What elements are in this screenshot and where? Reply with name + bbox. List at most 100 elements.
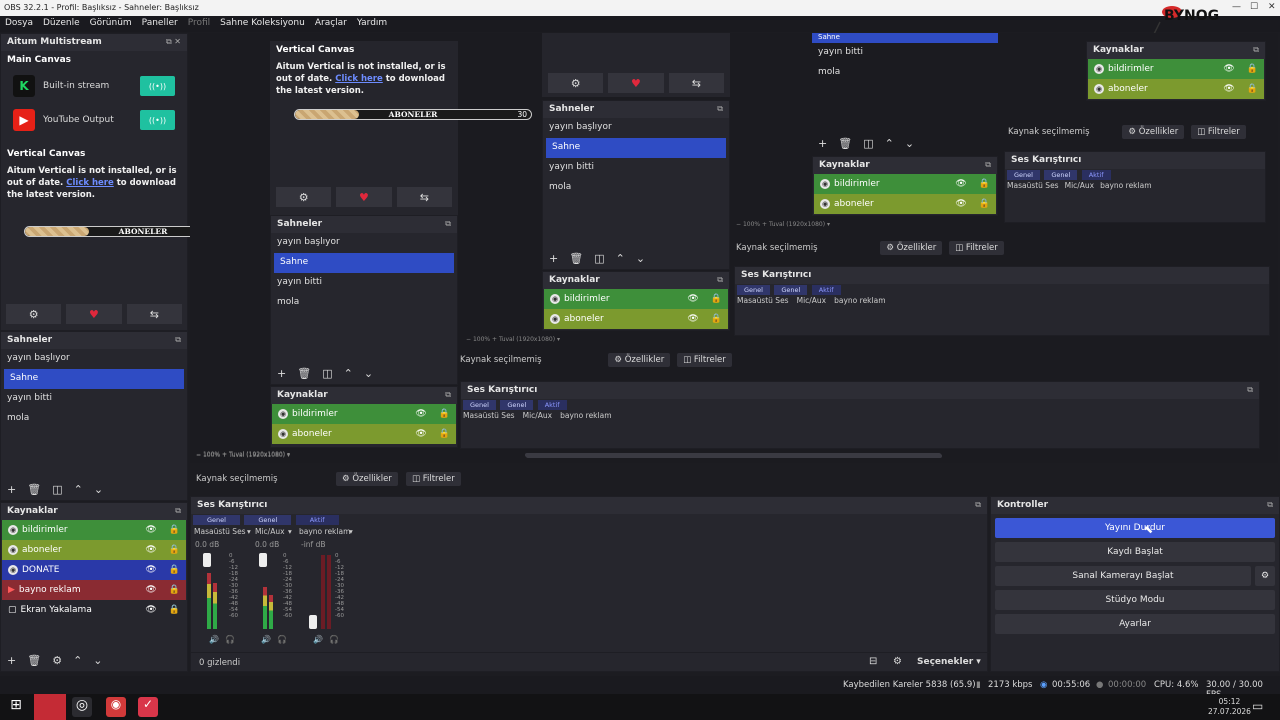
- scene-item[interactable]: yayın başlıyor: [1, 349, 187, 369]
- menu-scene-collection[interactable]: Sahne Koleksiyonu: [220, 18, 305, 32]
- source-item[interactable]: ◉ bildirimler 👁 🔒: [2, 520, 186, 540]
- eye-icon[interactable]: 👁: [145, 565, 156, 575]
- volume-slider-handle[interactable]: [203, 553, 211, 567]
- aitum-dock-header: Aitum Multistream ⧉ ✕: [1, 34, 187, 51]
- scene-item[interactable]: mola: [1, 409, 187, 429]
- move-up-icon[interactable]: ⌃: [74, 483, 83, 496]
- menu-profile[interactable]: Profil: [188, 18, 210, 32]
- mixer-footer: 0 gizlendi ⊟ ⚙ Seçenekler ▾: [191, 652, 989, 672]
- mixer-channel-menu[interactable]: ▾: [288, 527, 292, 536]
- controls-header: Kontroller ⧉: [991, 497, 1279, 514]
- download-link[interactable]: Click here: [66, 178, 114, 188]
- studio-mode-button[interactable]: Stüdyo Modu: [995, 590, 1275, 610]
- start-recording-button[interactable]: Kaydı Başlat: [995, 542, 1275, 562]
- move-down-icon[interactable]: ⌄: [93, 654, 102, 667]
- controls-dock: Kontroller ⧉ Yayını Durdur Kaydı Başlat …: [990, 496, 1280, 672]
- meter-scale: 0 -6 -12 -18 -24 -30 -36 -42 -48 -54 -60: [283, 553, 292, 619]
- checkmark-app-icon[interactable]: ✓: [138, 697, 158, 717]
- virtual-camera-settings-icon[interactable]: ⚙: [1255, 566, 1275, 586]
- zoom-controls[interactable]: − 100% + Tuval (1920x1080) ▾: [196, 452, 290, 459]
- eye-icon[interactable]: 👁: [145, 525, 156, 535]
- mirror4-sources-dock: Kaynaklar ⧉ ◉ bildirimler 👁 🔒 ◉ aboneler 👁 🔒: [1086, 41, 1266, 101]
- close-icon[interactable]: ✕: [1268, 2, 1276, 12]
- volume-slider-handle[interactable]: [259, 553, 267, 567]
- lock-icon[interactable]: 🔒: [169, 545, 180, 555]
- obs-app-icon[interactable]: ◎: [72, 697, 92, 717]
- filter-icon[interactable]: ◫: [52, 483, 62, 496]
- settings-gear-icon[interactable]: ⚙: [6, 304, 62, 324]
- start-virtual-camera-button[interactable]: Sanal Kamerayı Başlat: [995, 566, 1251, 586]
- source-item[interactable]: ▶ bayno reklam 👁 🔒: [2, 580, 186, 600]
- menu-docks[interactable]: Paneller: [142, 18, 178, 32]
- source-item[interactable]: ▢ Ekran Yakalama 👁 🔒: [2, 600, 186, 620]
- add-icon[interactable]: +: [7, 483, 16, 496]
- add-icon[interactable]: +: [7, 654, 16, 667]
- refresh-icon[interactable]: ⇆: [126, 304, 182, 324]
- speaker-icon[interactable]: 🔊: [261, 635, 271, 644]
- chat-app-icon[interactable]: ◉: [106, 697, 126, 717]
- dock-float-icon[interactable]: ⧉: [1267, 500, 1273, 510]
- options-button[interactable]: Seçenekler ▾: [917, 657, 981, 667]
- main-scrollbar[interactable]: [526, 454, 942, 458]
- minimize-icon[interactable]: —: [1232, 2, 1241, 12]
- stream-toggle-button[interactable]: ((•)): [140, 110, 175, 130]
- volume-slider-handle[interactable]: [309, 615, 317, 629]
- audio-mixer-dock: Ses Karıştırıcı ⧉ Genel Genel Aktif Masa…: [190, 496, 989, 672]
- speaker-icon[interactable]: 🔊: [209, 635, 219, 644]
- stop-stream-button[interactable]: Yayını Durdur: [995, 518, 1275, 538]
- windows-start-icon[interactable]: ⊞: [6, 697, 26, 717]
- output-row-youtube: ▶ YouTube Output ((•)): [1, 103, 187, 137]
- dock-float-icon[interactable]: ⧉: [175, 335, 181, 345]
- speaker-icon[interactable]: 🔊: [313, 635, 323, 644]
- heart-icon[interactable]: ♥: [66, 304, 122, 324]
- source-item[interactable]: ◉ DONATE 👁 🔒: [2, 560, 186, 580]
- trash-icon[interactable]: 🗑: [27, 654, 41, 667]
- lock-icon[interactable]: 🔒: [169, 565, 180, 575]
- menu-view[interactable]: Görünüm: [90, 18, 132, 32]
- scene-item-selected[interactable]: Sahne: [4, 369, 184, 389]
- mixer-channel-menu[interactable]: ▾: [349, 527, 353, 536]
- properties-button[interactable]: ⚙ Özellikler: [336, 472, 398, 486]
- stream-toggle-button[interactable]: ((•)): [140, 76, 175, 96]
- menu-help[interactable]: Yardım: [357, 18, 387, 32]
- headphone-icon[interactable]: 🎧: [225, 635, 235, 644]
- trash-icon[interactable]: 🗑: [27, 483, 41, 496]
- mirror3-props: Kaynak seçilmemiş ⚙ Özellikler ◫ Filtrel…: [736, 241, 1266, 255]
- eye-icon[interactable]: 👁: [145, 545, 156, 555]
- record-time: 00:00:00: [1108, 680, 1147, 690]
- layout-icon[interactable]: ⊟: [869, 656, 877, 667]
- lock-icon[interactable]: 🔒: [169, 605, 180, 615]
- preview-area[interactable]: Vertical Canvas Aitum Vertical is not in…: [190, 33, 1278, 463]
- advanced-audio-icon[interactable]: ⚙: [893, 656, 902, 667]
- headphone-icon[interactable]: 🎧: [329, 635, 339, 644]
- menu-file[interactable]: Dosya: [5, 18, 33, 32]
- mixer-channel-menu[interactable]: ▾: [247, 527, 251, 536]
- eye-icon[interactable]: 👁: [145, 585, 156, 595]
- taskbar-app-red[interactable]: [34, 694, 66, 720]
- dropped-frames: Kaybedilen Kareler 5838 (65.9): [843, 680, 976, 690]
- headphone-icon[interactable]: 🎧: [277, 635, 287, 644]
- gear-icon[interactable]: ⚙: [52, 654, 62, 667]
- filters-button[interactable]: ◫ Filtreler: [406, 472, 461, 486]
- lock-icon[interactable]: 🔒: [169, 525, 180, 535]
- dock-float-icon[interactable]: ⧉: [175, 506, 181, 516]
- lock-icon[interactable]: 🔒: [169, 585, 180, 595]
- vertical-warning: Aitum Vertical is not installed, or is o…: [7, 166, 177, 200]
- maximize-icon[interactable]: ☐: [1250, 2, 1258, 12]
- notification-icon[interactable]: ▭: [1252, 699, 1263, 713]
- system-clock[interactable]: 05:12 27.07.2026: [1208, 697, 1251, 717]
- move-up-icon[interactable]: ⌃: [73, 654, 82, 667]
- volume-meter: [269, 595, 273, 629]
- mirror-scenes-dock: Sahneler ⧉ yayın başlıyor Sahne yayın bit…: [270, 215, 458, 385]
- logo-text: BYNOG: [1164, 8, 1219, 24]
- menu-edit[interactable]: Düzenle: [43, 18, 80, 32]
- menu-tools[interactable]: Araçlar: [315, 18, 347, 32]
- settings-button[interactable]: Ayarlar: [995, 614, 1275, 634]
- scene-item[interactable]: yayın bitti: [1, 389, 187, 409]
- move-down-icon[interactable]: ⌄: [94, 483, 103, 496]
- dock-float-icon[interactable]: ⧉ ✕: [166, 37, 181, 47]
- dock-float-icon[interactable]: ⧉: [975, 500, 981, 510]
- mirror2-mixer: Ses Karıştırıcı ⧉ Genel Genel Aktif Masaü…: [460, 381, 1260, 449]
- source-item[interactable]: ◉ aboneler 👁 🔒: [2, 540, 186, 560]
- eye-icon[interactable]: 👁: [145, 605, 156, 615]
